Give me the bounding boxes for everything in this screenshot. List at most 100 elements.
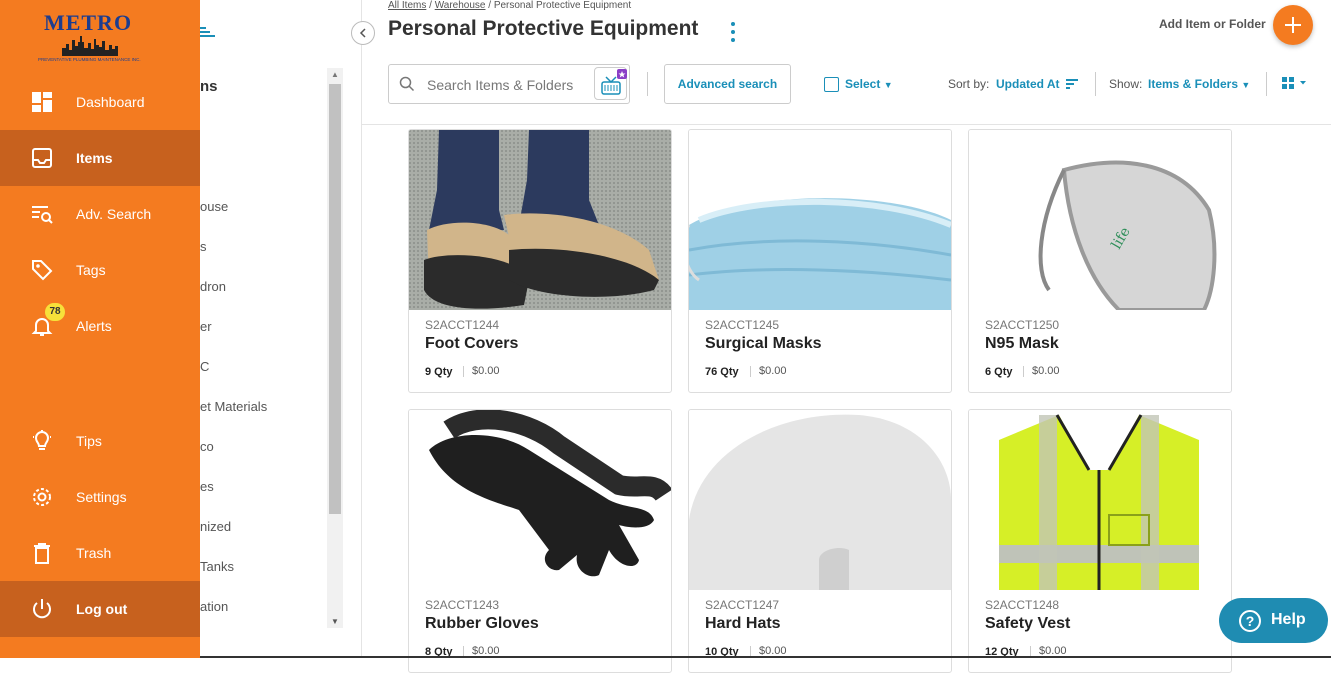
tree-folder[interactable]: C [200,359,209,374]
plus-icon [1285,17,1301,33]
power-icon [33,599,51,619]
skyline-icon [62,36,118,56]
company-logo[interactable]: METRO PREVENTATIVE PLUMBING MAINTENANCE … [38,10,148,68]
show-dropdown-label: Items & Folders [1148,77,1239,91]
item-name: N95 Mask [985,335,1059,352]
show-dropdown[interactable]: Items & Folders ▼ [1148,77,1250,91]
select-all-checkbox[interactable] [824,77,839,92]
scroll-down-arrow-icon[interactable]: ▼ [331,617,339,626]
tree-folder[interactable]: co [200,439,214,454]
toolbar-divider [647,72,648,96]
nav-settings[interactable]: Settings [0,469,200,525]
tree-folder[interactable]: s [200,239,207,254]
nav-alerts-label: Alerts [76,318,112,334]
add-item-folder-button[interactable] [1273,5,1313,45]
item-sku: S2ACCT1245 [705,318,780,332]
item-sku: S2ACCT1247 [705,598,780,612]
item-card[interactable]: S2ACCT1244 Foot Covers 9 Qty $0.00 [408,129,672,393]
item-photo-foot-covers [409,130,671,310]
more-options-icon[interactable] [728,21,738,43]
item-meta-divider [1023,366,1024,377]
item-name: Safety Vest [985,615,1071,632]
alerts-count-badge: 78 [45,303,65,321]
tag-icon [32,260,53,281]
item-quantity: 6 Qty [985,366,1013,378]
nav-alerts[interactable]: Alerts [0,298,200,354]
breadcrumb-parent-link[interactable]: Warehouse [435,0,486,11]
nav-dashboard[interactable]: Dashboard [0,74,200,130]
item-card[interactable]: S2ACCT1247 Hard Hats 10 Qty $0.00 [688,409,952,673]
add-item-folder-label: Add Item or Folder [1159,17,1266,31]
logo-tagline: PREVENTATIVE PLUMBING MAINTENANCE INC. [38,57,141,62]
advanced-search-button[interactable]: Advanced search [664,64,791,104]
help-button-label: Help [1271,611,1306,628]
item-card[interactable]: S2ACCT1248 Safety Vest 12 Qty $0.00 [968,409,1232,673]
nav-logout-label: Log out [76,601,128,617]
sort-order-icon[interactable] [1066,78,1078,90]
nav-trash[interactable]: Trash [0,525,200,581]
chevron-down-icon: ▼ [883,80,893,90]
breadcrumb-root-link[interactable]: All Items [388,0,426,11]
barcode-scan-button[interactable] [594,67,627,100]
nav-items-label: Items [76,150,113,166]
chevron-left-icon [359,28,366,38]
header-divider [362,124,1331,125]
tree-folder[interactable]: nized [200,519,231,534]
trash-icon [34,543,50,564]
item-meta-divider [750,366,751,377]
tree-folder[interactable]: er [200,319,212,334]
nav-trash-label: Trash [76,545,112,561]
item-price: $0.00 [472,365,500,377]
item-card[interactable]: S2ACCT1243 Rubber Gloves 8 Qty $0.00 [408,409,672,673]
item-photo-n95-mask: life [969,130,1231,310]
nav-advanced-search[interactable]: Adv. Search [0,186,200,242]
collapse-panel-button[interactable] [351,21,375,45]
select-dropdown[interactable]: Select ▼ [845,77,893,91]
item-quantity: 76 Qty [705,366,739,378]
item-name: Foot Covers [425,335,519,352]
item-photo-rubber-gloves [409,410,671,590]
search-input[interactable] [427,74,587,96]
tree-header: ns [200,78,218,95]
sidebar-nav: METRO PREVENTATIVE PLUMBING MAINTENANCE … [0,0,200,658]
item-name: Rubber Gloves [425,615,539,632]
item-name: Hard Hats [705,615,781,632]
item-card[interactable]: S2ACCT1245 Surgical Masks 76 Qty $0.00 [688,129,952,393]
item-card[interactable]: life S2ACCT1250 N95 Mask 6 Qty $0.00 [968,129,1232,393]
nav-dashboard-label: Dashboard [76,94,145,110]
nav-advanced-search-label: Adv. Search [76,206,152,222]
nav-tips[interactable]: Tips [0,413,200,469]
sort-label: Sort by: [948,77,990,91]
nav-tags[interactable]: Tags [0,242,200,298]
grid-view-icon[interactable] [1282,77,1310,91]
help-button[interactable]: ? Help [1219,598,1328,643]
sort-dropdown[interactable]: Updated At [996,77,1060,91]
tree-folder[interactable]: Tanks [200,559,234,574]
item-photo-surgical-masks [689,130,951,310]
tree-folder[interactable]: et Materials [200,399,267,414]
scroll-up-arrow-icon[interactable]: ▲ [331,70,339,79]
logo-wordmark: METRO [43,10,133,35]
item-photo-hard-hats [689,410,951,590]
item-meta-divider [463,366,464,377]
tree-folder[interactable]: dron [200,279,226,294]
nav-items[interactable]: Items [0,130,200,186]
item-sku: S2ACCT1243 [425,598,500,612]
tree-folder[interactable]: es [200,479,214,494]
tree-scrollbar[interactable]: ▲ ▼ [327,68,343,628]
item-price: $0.00 [1032,365,1060,377]
toolbar-divider [1266,72,1267,96]
item-price: $0.00 [759,365,787,377]
tree-menu-icon[interactable] [200,26,216,38]
nav-logout[interactable]: Log out [0,581,200,637]
item-sku: S2ACCT1250 [985,318,1060,332]
breadcrumb: All Items / Warehouse / Personal Protect… [388,0,631,11]
item-name: Surgical Masks [705,335,822,352]
page-title: Personal Protective Equipment [388,17,699,40]
item-sku: S2ACCT1244 [425,318,500,332]
search-icon [399,76,415,92]
tree-folder[interactable]: ation [200,599,228,614]
tree-scrollbar-thumb[interactable] [329,84,341,514]
tree-folder[interactable]: ouse [200,199,228,214]
items-icon [32,148,52,168]
